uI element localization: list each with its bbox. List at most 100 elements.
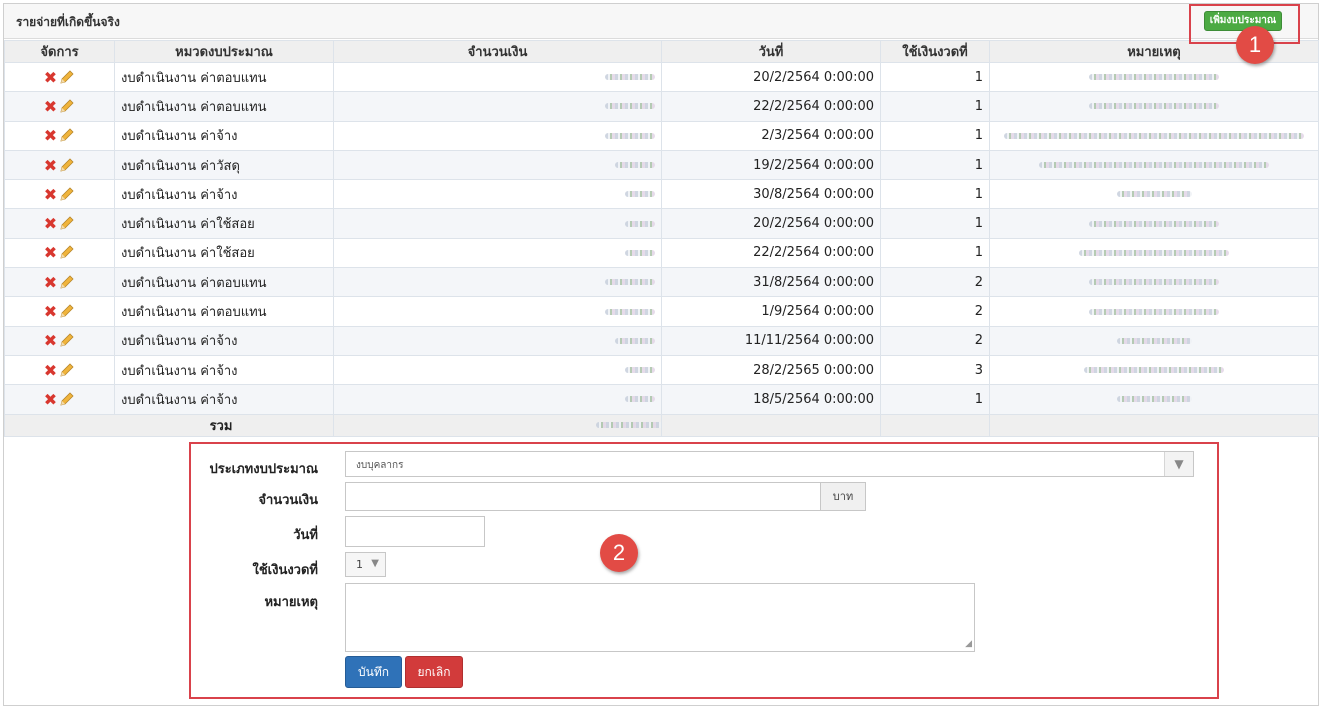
installment-value: 1 — [356, 558, 363, 571]
row-actions: ✖ — [4, 237, 115, 269]
row-note-redacted — [989, 179, 1319, 210]
pencil-icon[interactable] — [59, 98, 75, 114]
row-installment: 3 — [880, 354, 990, 386]
row-note-redacted — [989, 120, 1319, 151]
row-installment: 1 — [880, 120, 990, 151]
pencil-icon[interactable] — [59, 244, 75, 260]
delete-icon[interactable]: ✖ — [44, 97, 57, 116]
row-amount-redacted — [333, 267, 662, 298]
row-amount-redacted — [333, 61, 662, 93]
callout-badge-2: 2 — [600, 534, 638, 572]
table-row: ✖ งบดำเนินงาน ค่าจ้าง 2/3/2564 0:00:00 1 — [4, 120, 1319, 151]
column-header-category: หมวดงบประมาณ — [114, 40, 334, 63]
total-row: รวม — [4, 413, 1319, 437]
delete-icon[interactable]: ✖ — [44, 156, 57, 175]
row-installment: 1 — [880, 91, 990, 122]
column-header-amount: จำนวนเงิน — [333, 40, 662, 63]
pencil-icon[interactable] — [59, 69, 75, 85]
chevron-down-icon: ▼ — [371, 558, 379, 569]
row-date: 2/3/2564 0:00:00 — [661, 120, 881, 151]
total-note-empty — [989, 413, 1319, 437]
pencil-icon[interactable] — [59, 215, 75, 231]
delete-icon[interactable]: ✖ — [44, 214, 57, 233]
row-date: 22/2/2564 0:00:00 — [661, 237, 881, 269]
budget-type-label: ประเภทงบประมาณ — [209, 462, 318, 477]
cancel-button[interactable]: ยกเลิก — [405, 656, 463, 688]
delete-icon[interactable]: ✖ — [44, 361, 57, 380]
row-actions: ✖ — [4, 149, 115, 181]
budget-type-value: งบบุคลากร — [356, 460, 404, 471]
row-date: 30/8/2564 0:00:00 — [661, 179, 881, 210]
delete-icon[interactable]: ✖ — [44, 185, 57, 204]
row-date: 22/2/2564 0:00:00 — [661, 91, 881, 122]
row-amount-redacted — [333, 120, 662, 151]
callout-box-form — [189, 442, 1219, 699]
total-date-empty — [661, 413, 881, 437]
note-textarea[interactable]: ◢ — [345, 583, 975, 652]
pencil-icon[interactable] — [59, 157, 75, 173]
pencil-icon[interactable] — [59, 303, 75, 319]
row-installment: 1 — [880, 208, 990, 239]
row-amount-redacted — [333, 91, 662, 122]
row-installment: 2 — [880, 267, 990, 298]
row-note-redacted — [989, 296, 1319, 327]
pencil-icon[interactable] — [59, 391, 75, 407]
panel-title: รายจ่ายที่เกิดขึ้นจริง — [16, 15, 120, 29]
pencil-icon[interactable] — [59, 186, 75, 202]
row-date: 28/2/2565 0:00:00 — [661, 354, 881, 386]
row-note-redacted — [989, 61, 1319, 93]
row-actions: ✖ — [4, 61, 115, 93]
note-label: หมายเหตุ — [264, 595, 318, 610]
row-amount-redacted — [333, 237, 662, 269]
column-header-installment: ใช้เงินงวดที่ — [880, 40, 990, 63]
pencil-icon[interactable] — [59, 274, 75, 290]
table-row: ✖ งบดำเนินงาน ค่าใช้สอย 22/2/2564 0:00:00 1 — [4, 237, 1319, 269]
delete-icon[interactable]: ✖ — [44, 302, 57, 321]
table-row: ✖ งบดำเนินงาน ค่าใช้สอย 20/2/2564 0:00:00 1 — [4, 208, 1319, 239]
expense-table: จัดการ หมวดงบประมาณ จำนวนเงิน วันที่ ใช้… — [4, 40, 1319, 437]
budget-type-select[interactable]: งบบุคลากร ▼ — [345, 451, 1194, 477]
delete-icon[interactable]: ✖ — [44, 126, 57, 145]
save-button[interactable]: บันทึก — [345, 656, 402, 688]
delete-icon[interactable]: ✖ — [44, 68, 57, 87]
amount-input[interactable] — [345, 482, 821, 511]
row-note-redacted — [989, 354, 1319, 386]
row-category: งบดำเนินงาน ค่าตอบแทน — [114, 296, 334, 327]
pencil-icon[interactable] — [59, 127, 75, 143]
resize-grip-icon[interactable]: ◢ — [965, 639, 972, 649]
row-installment: 1 — [880, 237, 990, 269]
row-amount-redacted — [333, 179, 662, 210]
row-category: งบดำเนินงาน ค่าใช้สอย — [114, 208, 334, 239]
delete-icon[interactable]: ✖ — [44, 273, 57, 292]
delete-icon[interactable]: ✖ — [44, 243, 57, 262]
delete-icon[interactable]: ✖ — [44, 390, 57, 409]
row-category: งบดำเนินงาน ค่าจ้าง — [114, 325, 334, 356]
row-note-redacted — [989, 91, 1319, 122]
row-category: งบดำเนินงาน ค่าใช้สอย — [114, 237, 334, 269]
installment-select[interactable]: 1 ▼ — [345, 552, 386, 577]
date-label: วันที่ — [293, 528, 318, 543]
row-category: งบดำเนินงาน ค่าวัสดุ — [114, 149, 334, 181]
row-actions: ✖ — [4, 120, 115, 151]
delete-icon[interactable]: ✖ — [44, 331, 57, 350]
row-category: งบดำเนินงาน ค่าจ้าง — [114, 179, 334, 210]
pencil-icon[interactable] — [59, 332, 75, 348]
row-note-redacted — [989, 208, 1319, 239]
chevron-down-icon[interactable]: ▼ — [1164, 452, 1193, 476]
date-input[interactable] — [345, 516, 485, 547]
row-category: งบดำเนินงาน ค่าจ้าง — [114, 354, 334, 386]
total-label: รวม — [4, 413, 334, 437]
row-category: งบดำเนินงาน ค่าจ้าง — [114, 120, 334, 151]
total-amount-redacted — [333, 413, 662, 437]
row-note-redacted — [989, 149, 1319, 181]
row-installment: 1 — [880, 384, 990, 415]
row-note-redacted — [989, 237, 1319, 269]
table-row: ✖ งบดำเนินงาน ค่าจ้าง 28/2/2565 0:00:00 3 — [4, 354, 1319, 386]
row-actions: ✖ — [4, 384, 115, 415]
row-actions: ✖ — [4, 325, 115, 356]
row-actions: ✖ — [4, 267, 115, 298]
row-note-redacted — [989, 267, 1319, 298]
row-note-redacted — [989, 384, 1319, 415]
row-note-redacted — [989, 325, 1319, 356]
pencil-icon[interactable] — [59, 362, 75, 378]
